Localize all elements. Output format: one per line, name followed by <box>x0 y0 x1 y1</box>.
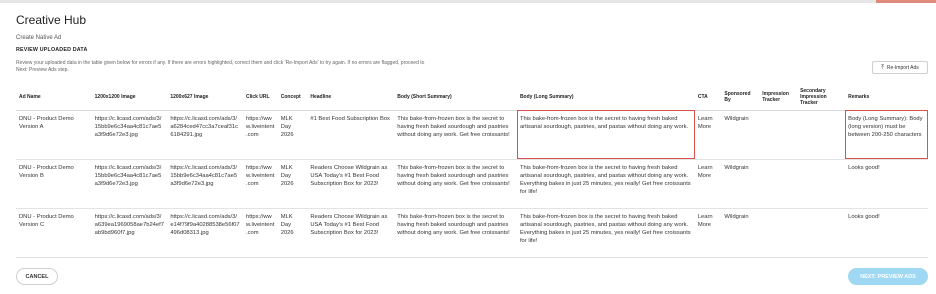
cell-image-1200x1200: https://c.licasd.com/ads/3/15bb9e6c34aa4… <box>91 159 168 209</box>
cell-concept: MLK Day 2026 <box>277 110 308 160</box>
cell-secondary-impression-tracker <box>797 159 846 209</box>
cell-sponsored-by: Wildgrain <box>721 208 760 258</box>
cell-click-url: https://www.liveintent.com <box>242 208 278 258</box>
cell-impression-tracker <box>759 208 798 258</box>
cell-concept: MLK Day 2026 <box>277 159 308 209</box>
cell-click-url: https://www.liveintent.com <box>242 110 278 160</box>
cell-image-1200x1200: https://c.licasd.com/ads/3/a639ea1969058… <box>91 208 168 258</box>
cell-headline: #1 Best Food Subscription Box <box>307 110 395 160</box>
reimport-ads-label: Re-Import Ads <box>886 64 919 71</box>
cell-image-1200x627: https://c.licasd.com/ads/3/e14f79f9a4028… <box>167 208 243 258</box>
cell-body-long: This bake-from-frozen box is the secret … <box>516 159 695 209</box>
cell-impression-tracker <box>759 159 798 209</box>
cell-remarks-error: Body (Long Summary): Body (long version)… <box>845 110 928 160</box>
cell-sponsored-by: Wildgrain <box>721 159 760 209</box>
cell-secondary-impression-tracker <box>797 110 846 160</box>
cell-secondary-impression-tracker <box>797 208 846 258</box>
header-cta: CTA <box>694 85 722 111</box>
cell-image-1200x627: https://c.licasd.com/ads/3/a6284ced47cc3… <box>167 110 243 160</box>
cell-concept: MLK Day 2026 <box>277 208 308 258</box>
header-headline: Headline <box>307 85 395 111</box>
cell-image-1200x1200: https://c.licasd.com/ads/3/15bb9e6c34aa4… <box>91 110 168 160</box>
cell-headline: Readers Choose Wildgrain as USA Today's … <box>307 208 395 258</box>
header-impression-tracker: Impression Tracker <box>759 85 798 111</box>
cell-body-short: This bake-from-frozen box is the secret … <box>394 208 517 258</box>
reimport-ads-button[interactable]: ⤒ Re-Import Ads <box>872 61 928 74</box>
cell-remarks: Looks good! <box>845 208 928 258</box>
cell-body-short: This bake-from-frozen box is the secret … <box>394 110 517 160</box>
cell-body-long-error: This bake-from-frozen box is the secret … <box>516 110 695 160</box>
breadcrumb: Create Native Ad <box>16 35 62 41</box>
header-image-1200x627: 1200x627 Image <box>167 85 243 111</box>
upload-icon: ⤒ <box>881 64 884 71</box>
cell-remarks: Looks good! <box>845 159 928 209</box>
header-image-1200x1200: 1200x1200 Image <box>91 85 168 111</box>
top-bar-accent <box>876 0 936 3</box>
cell-body-long: This bake-from-frozen box is the secret … <box>516 208 695 258</box>
cell-impression-tracker <box>759 110 798 160</box>
cell-cta: Learn More <box>694 110 722 160</box>
cell-ad-name: DNU - Product Demo Version C <box>16 208 92 258</box>
cell-image-1200x627: https://c.licasd.com/ads/3/15bb9e6c34aa4… <box>167 159 243 209</box>
table-row: DNU - Product Demo Version A https://c.l… <box>16 110 928 160</box>
header-body-short: Body (Short Summary) <box>394 85 517 111</box>
uploaded-data-table: Ad Name 1200x1200 Image 1200x627 Image C… <box>16 85 928 258</box>
cell-click-url: https://www.liveintent.com <box>242 159 278 209</box>
instructions-text: Review your uploaded data in the table g… <box>16 60 425 74</box>
header-concept: Concept <box>277 85 308 111</box>
cancel-button[interactable]: CANCEL <box>16 268 58 285</box>
cell-ad-name: DNU - Product Demo Version A <box>16 110 92 160</box>
section-heading: REVIEW UPLOADED DATA <box>16 47 88 53</box>
cell-cta: Learn More <box>694 159 722 209</box>
app-title: Creative Hub <box>16 13 87 27</box>
cell-body-short: This bake-from-frozen box is the secret … <box>394 159 517 209</box>
header-body-long: Body (Long Summary) <box>516 85 695 111</box>
next-preview-ads-button[interactable]: NEXT: PREVIEW ADS <box>848 268 928 285</box>
cell-cta: Learn More <box>694 208 722 258</box>
header-remarks: Remarks <box>845 85 928 111</box>
header-click-url: Click URL <box>242 85 278 111</box>
table-row: DNU - Product Demo Version C https://c.l… <box>16 208 928 258</box>
cell-headline: Readers Choose Wildgrain as USA Today's … <box>307 159 395 209</box>
header-ad-name: Ad Name <box>16 85 92 111</box>
cell-ad-name: DNU - Product Demo Version B <box>16 159 92 209</box>
top-bar <box>0 0 936 3</box>
table-header-row: Ad Name 1200x1200 Image 1200x627 Image C… <box>16 85 928 111</box>
cell-sponsored-by: Wildgrain <box>721 110 760 160</box>
table-row: DNU - Product Demo Version B https://c.l… <box>16 159 928 209</box>
header-sponsored-by: Sponsored By <box>721 85 760 111</box>
header-secondary-impression-tracker: Secondary Impression Tracker <box>797 85 846 111</box>
